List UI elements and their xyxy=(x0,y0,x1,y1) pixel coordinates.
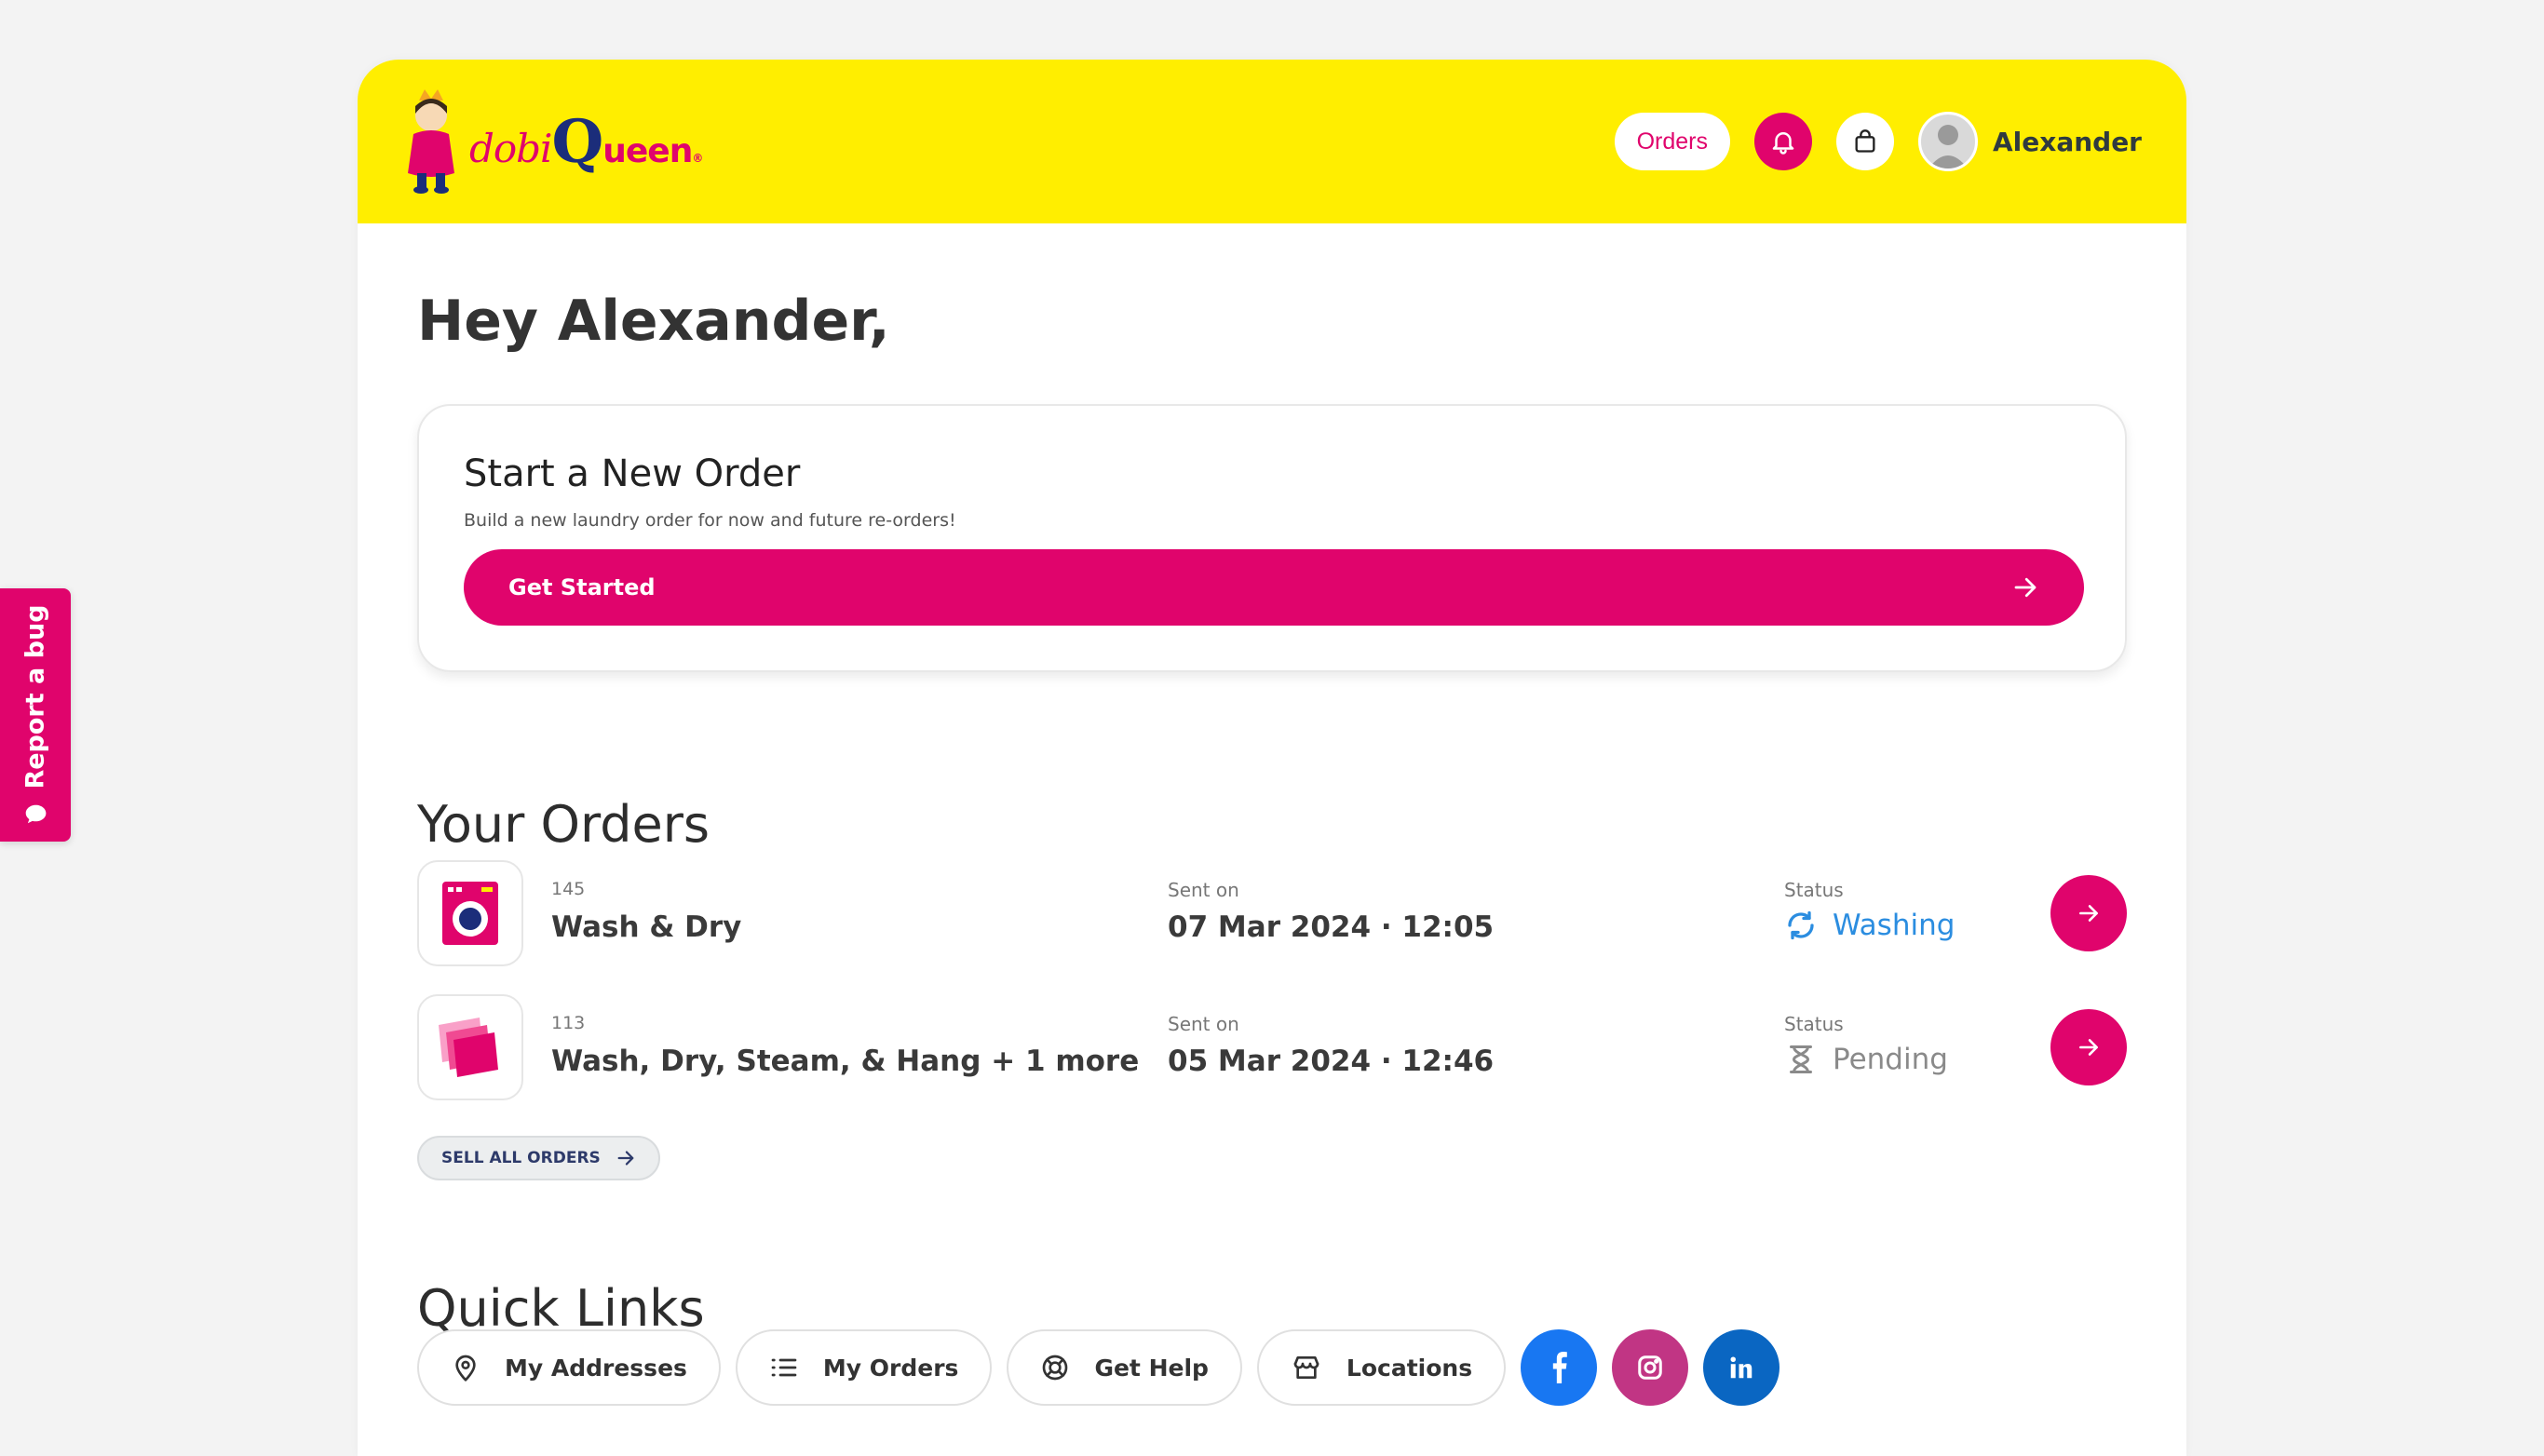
open-order-button[interactable] xyxy=(2050,1009,2127,1085)
header-actions: Orders Alexander xyxy=(1614,112,2142,171)
status-value: Washing xyxy=(1784,909,1955,942)
facebook-icon xyxy=(1552,1352,1567,1383)
order-id: 145 xyxy=(551,879,586,899)
facebook-link[interactable] xyxy=(1521,1329,1598,1406)
my-addresses-label: My Addresses xyxy=(505,1354,687,1382)
linkedin-link[interactable] xyxy=(1703,1329,1780,1406)
your-orders-heading: Your Orders xyxy=(417,795,710,854)
report-bug-label: Report a bug xyxy=(20,603,50,789)
order-name: Wash & Dry xyxy=(551,910,742,944)
status-label: Status xyxy=(1784,879,1844,901)
stacked-clothes-icon xyxy=(417,994,523,1100)
arrow-right-icon xyxy=(617,1151,634,1166)
bell-icon xyxy=(1772,132,1794,155)
status-text: Pending xyxy=(1833,1043,1948,1076)
logo-part-dobi: dobi xyxy=(469,125,552,171)
logo-part-q: Q xyxy=(551,106,604,177)
locations-link[interactable]: Locations xyxy=(1256,1329,1507,1406)
shopping-bag-icon xyxy=(1855,129,1875,153)
top-bar: dobi Queen ® Orders Alexander xyxy=(358,60,2186,223)
new-order-title: Start a New Order xyxy=(464,452,801,495)
list-icon xyxy=(771,1358,797,1377)
instagram-link[interactable] xyxy=(1612,1329,1689,1406)
hourglass-icon xyxy=(1790,1045,1812,1073)
see-all-label: SELL ALL ORDERS xyxy=(441,1149,601,1167)
store-icon xyxy=(1293,1356,1319,1379)
arrow-right-icon xyxy=(2079,1039,2098,1056)
order-row[interactable]: 145 Wash & Dry Sent on 07 Mar 2024 · 12:… xyxy=(417,860,2127,966)
status-label: Status xyxy=(1784,1013,1844,1035)
avatar xyxy=(1918,112,1978,171)
open-order-button[interactable] xyxy=(2050,875,2127,951)
greeting-heading: Hey Alexander, xyxy=(417,289,890,354)
sent-date: 07 Mar 2024 · 12:05 xyxy=(1168,910,1495,944)
logo-registered-mark: ® xyxy=(692,151,703,165)
user-name: Alexander xyxy=(1993,126,2142,157)
order-row[interactable]: 113 Wash, Dry, Steam, & Hang + 1 more Se… xyxy=(417,994,2127,1100)
my-orders-label: My Orders xyxy=(822,1354,959,1382)
user-menu[interactable]: Alexander xyxy=(1918,112,2142,171)
dobiqueen-logo[interactable]: dobi Queen ® xyxy=(400,86,703,197)
new-order-subtitle: Build a new laundry order for now and fu… xyxy=(464,510,956,531)
queen-mascot-icon xyxy=(408,89,454,194)
arrow-right-icon xyxy=(2079,905,2098,922)
app-window: dobi Queen ® Orders Alexander Hey Alexan… xyxy=(358,60,2186,1456)
arrow-right-icon xyxy=(2014,577,2037,598)
status-text: Washing xyxy=(1833,909,1955,942)
instagram-icon xyxy=(1638,1355,1662,1380)
my-addresses-link[interactable]: My Addresses xyxy=(417,1329,721,1406)
get-help-link[interactable]: Get Help xyxy=(1007,1329,1242,1406)
chat-bubble-icon xyxy=(25,804,46,823)
sent-date: 05 Mar 2024 · 12:46 xyxy=(1168,1045,1495,1078)
refresh-icon xyxy=(1788,910,1814,940)
logo-wordmark: dobi Queen ® xyxy=(469,106,703,177)
my-orders-link[interactable]: My Orders xyxy=(735,1329,993,1406)
order-id: 113 xyxy=(551,1013,586,1033)
get-started-label: Get Started xyxy=(508,574,656,600)
sent-on-label: Sent on xyxy=(1168,879,1239,901)
get-help-label: Get Help xyxy=(1094,1354,1209,1382)
get-started-button[interactable]: Get Started xyxy=(464,549,2084,626)
sent-on-label: Sent on xyxy=(1168,1013,1239,1035)
status-value: Pending xyxy=(1784,1043,1948,1076)
report-bug-tab[interactable]: Report a bug xyxy=(0,588,71,842)
orders-button[interactable]: Orders xyxy=(1614,113,1730,170)
locations-label: Locations xyxy=(1346,1354,1473,1382)
order-name: Wash, Dry, Steam, & Hang + 1 more xyxy=(551,1045,1140,1078)
user-silhouette-icon xyxy=(1928,125,1968,169)
location-pin-icon xyxy=(455,1355,476,1382)
notifications-button[interactable] xyxy=(1754,113,1812,170)
cart-button[interactable] xyxy=(1836,113,1894,170)
linkedin-icon xyxy=(1730,1356,1752,1379)
new-order-card: Start a New Order Build a new laundry or… xyxy=(417,404,2127,672)
lifebuoy-icon xyxy=(1043,1355,1068,1381)
washing-machine-icon xyxy=(417,860,523,966)
see-all-orders-button[interactable]: SELL ALL ORDERS xyxy=(417,1136,660,1180)
logo-part-ueen: ueen xyxy=(602,131,693,170)
quick-links-bar: My Addresses My Orders Get Help Location… xyxy=(417,1329,1780,1406)
